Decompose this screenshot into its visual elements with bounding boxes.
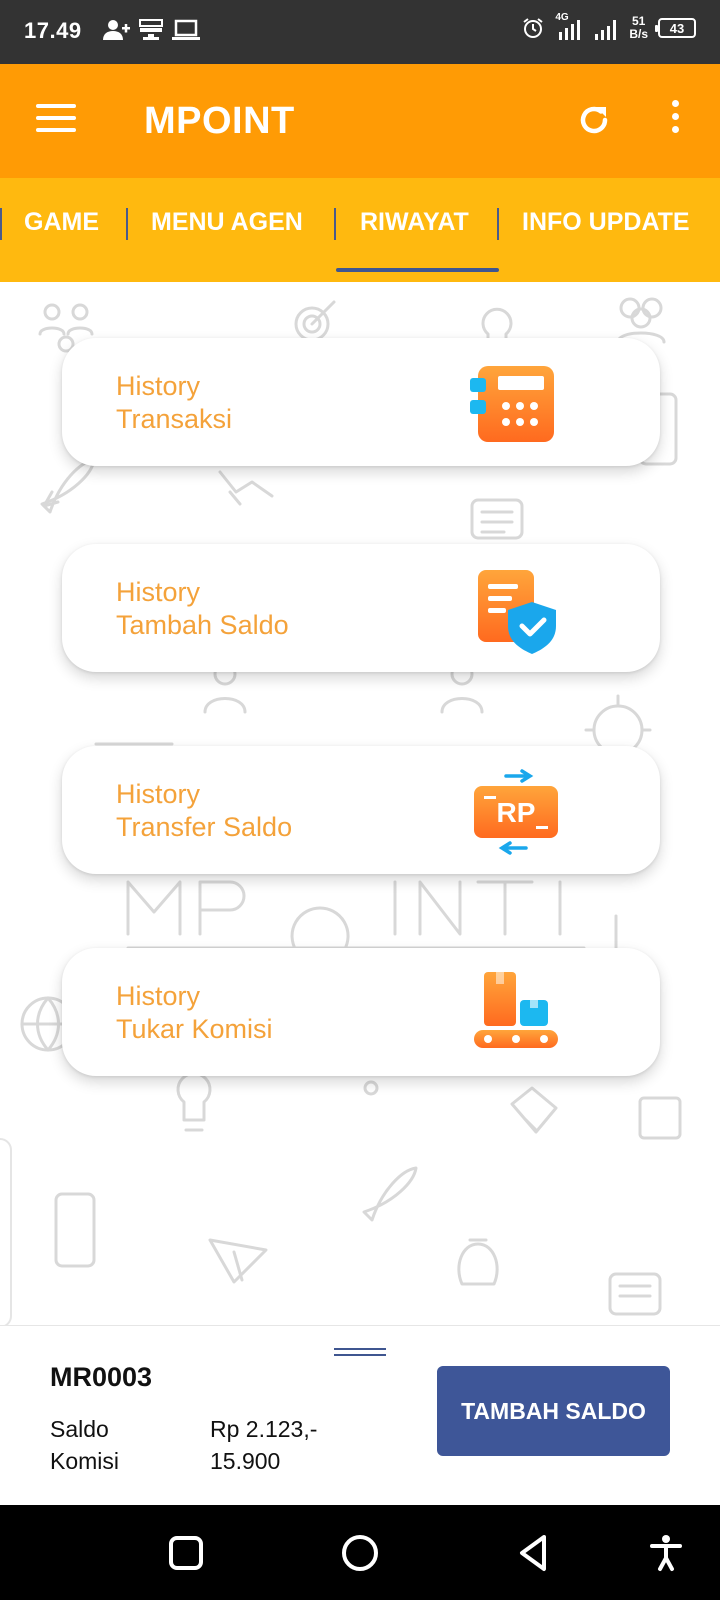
card-title-line2: Tukar Komisi bbox=[116, 1014, 273, 1044]
saldo-label: Saldo bbox=[50, 1416, 109, 1442]
desktop-icon bbox=[139, 19, 163, 40]
saldo-value: Rp 2.123,- bbox=[210, 1416, 318, 1442]
card-title-line1: History bbox=[116, 981, 201, 1011]
tab-bar: GAME MENU AGEN RIWAYAT INFO UPDATE bbox=[0, 178, 720, 282]
svg-text:RP: RP bbox=[497, 797, 536, 828]
app-title: MPOINT bbox=[144, 100, 295, 142]
more-options-icon[interactable] bbox=[660, 100, 690, 140]
hamburger-menu-icon[interactable] bbox=[36, 104, 76, 136]
notification-icons bbox=[102, 18, 200, 42]
rupiah-transfer-icon: RP bbox=[474, 769, 558, 855]
battery-icon: 43 bbox=[655, 18, 696, 38]
drag-handle[interactable] bbox=[334, 1348, 386, 1356]
conveyor-box-icon bbox=[474, 972, 558, 1048]
card-title-line2: Transaksi bbox=[116, 404, 233, 434]
tab-menu-agen[interactable]: MENU AGEN bbox=[151, 208, 303, 237]
history-transaksi-card[interactable]: History Transaksi bbox=[62, 338, 660, 466]
history-menu-content: History Transaksi History Tambah Saldo H… bbox=[0, 282, 720, 1325]
document-shield-icon bbox=[478, 570, 556, 654]
komisi-value: 15.900 bbox=[210, 1448, 281, 1474]
tab-divider bbox=[334, 208, 336, 240]
signal-4g-icon: 4G bbox=[555, 12, 583, 42]
card-title-line2: Transfer Saldo bbox=[116, 812, 293, 842]
card-title: History Transfer Saldo bbox=[116, 778, 292, 844]
card-title-line1: History bbox=[116, 779, 201, 809]
system-indicators: 4G 51 B/s 43 bbox=[521, 12, 696, 42]
system-navigation-bar bbox=[0, 1505, 720, 1600]
back-icon[interactable] bbox=[514, 1533, 554, 1573]
tab-divider bbox=[0, 208, 2, 240]
calculator-icon bbox=[470, 366, 554, 442]
komisi-label: Komisi bbox=[50, 1448, 120, 1474]
refresh-icon[interactable] bbox=[572, 98, 616, 142]
card-title: History Tambah Saldo bbox=[116, 576, 289, 642]
status-time: 17.49 bbox=[24, 18, 82, 43]
history-tukar-komisi-card[interactable]: History Tukar Komisi bbox=[62, 948, 660, 1076]
card-title-line1: History bbox=[116, 371, 201, 401]
card-title: History Transaksi bbox=[116, 370, 232, 436]
card-title: History Tukar Komisi bbox=[116, 980, 273, 1046]
account-summary-panel: MR0003 Saldo Rp 2.123,- Komisi 15.900 TA… bbox=[0, 1325, 720, 1505]
side-drawer-handle[interactable] bbox=[0, 1138, 12, 1325]
tab-divider bbox=[497, 208, 499, 240]
history-tambah-saldo-card[interactable]: History Tambah Saldo bbox=[62, 544, 660, 672]
app-bar: MPOINT bbox=[0, 64, 720, 178]
network-speed: 51 B/s bbox=[629, 15, 648, 41]
history-transfer-saldo-card[interactable]: History Transfer Saldo RP bbox=[62, 746, 660, 874]
speed-unit: B/s bbox=[629, 27, 648, 41]
tab-riwayat[interactable]: RIWAYAT bbox=[360, 208, 469, 237]
tab-game[interactable]: GAME bbox=[24, 208, 99, 237]
status-bar: 17.49 4G 51 B/s 43 bbox=[0, 0, 720, 64]
tambah-saldo-button[interactable]: TAMBAH SALDO bbox=[437, 1366, 670, 1456]
add-contact-icon bbox=[103, 20, 130, 40]
card-title-line2: Tambah Saldo bbox=[116, 610, 289, 640]
tab-divider bbox=[126, 208, 128, 240]
battery-level: 43 bbox=[669, 20, 685, 36]
card-title-line1: History bbox=[116, 577, 201, 607]
home-icon[interactable] bbox=[340, 1533, 380, 1573]
active-tab-indicator bbox=[336, 268, 499, 272]
tab-info-update[interactable]: INFO UPDATE bbox=[522, 208, 690, 237]
recent-apps-icon[interactable] bbox=[166, 1533, 206, 1573]
account-id: MR0003 bbox=[50, 1362, 153, 1392]
signal-icon bbox=[595, 20, 617, 40]
laptop-icon bbox=[172, 19, 200, 40]
accessibility-icon[interactable] bbox=[646, 1533, 686, 1573]
alarm-icon bbox=[523, 18, 543, 38]
